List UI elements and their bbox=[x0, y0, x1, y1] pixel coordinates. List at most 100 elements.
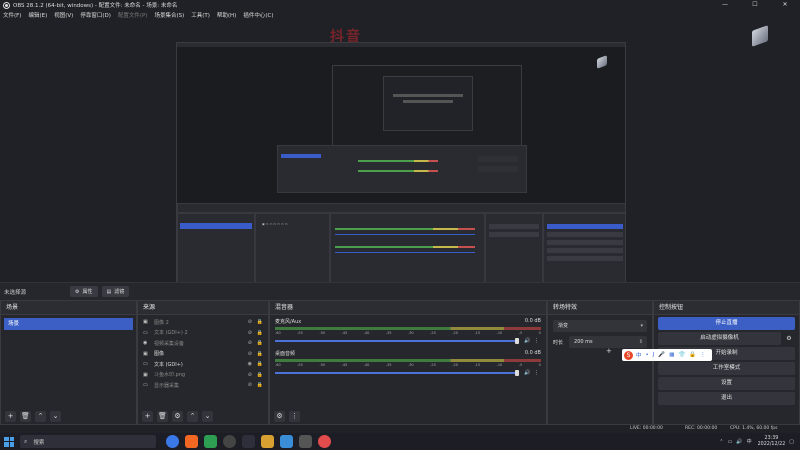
menu-file[interactable]: 文件(F) bbox=[3, 11, 21, 19]
source-item[interactable]: ▣ 斗鱼水印.png ⊘ 🔒 bbox=[138, 370, 268, 381]
nested-transitions-dock bbox=[485, 213, 543, 283]
lock-icon[interactable]: 🔒 bbox=[257, 340, 263, 346]
speaker-icon[interactable]: 🔊 bbox=[523, 370, 532, 376]
clock[interactable]: 23:39 2022/12/22 bbox=[758, 436, 786, 448]
sources-title: 来源 bbox=[138, 301, 268, 315]
source-item[interactable]: ▣ 图像 2 ⊘ 🔒 bbox=[138, 317, 268, 328]
lock-icon[interactable]: 🔒 bbox=[257, 382, 263, 388]
source-item[interactable]: ◉ 视频采集设备 ⊘ 🔒 bbox=[138, 338, 268, 349]
ime-punct-icon[interactable]: • bbox=[646, 352, 649, 358]
lock-icon[interactable]: 🔒 bbox=[257, 361, 263, 367]
maximize-button[interactable]: ☐ bbox=[740, 0, 770, 10]
sources-list: ▣ 图像 2 ⊘ 🔒 ▭ 文本 (GDI+) 2 ⊘ 🔒 ◉ 视频采集设备 ⊘ … bbox=[138, 315, 268, 391]
eye-off-icon[interactable]: ⊘ bbox=[248, 340, 252, 346]
properties-button[interactable]: ⚙ 属性 bbox=[70, 286, 98, 297]
add-source-button[interactable]: + bbox=[142, 410, 153, 422]
move-up-button[interactable]: ⌃ bbox=[35, 410, 46, 422]
menu-edit[interactable]: 编辑(E) bbox=[28, 11, 47, 19]
menu-scene-collection[interactable]: 场景集合(S) bbox=[154, 11, 184, 19]
app-plane-icon[interactable] bbox=[242, 435, 255, 448]
microphone-icon[interactable]: 🎤 bbox=[658, 352, 665, 358]
nested-control bbox=[478, 156, 518, 162]
ime-emoji-icon[interactable]: J bbox=[653, 352, 655, 358]
volume-slider[interactable] bbox=[275, 369, 519, 376]
minimize-button[interactable]: — bbox=[710, 0, 740, 10]
mixer-settings-button[interactable]: ⚙ bbox=[274, 410, 285, 422]
more-options-icon[interactable]: ⋮ bbox=[532, 338, 541, 344]
source-item[interactable]: ▭ 显示器采集 ⊘ 🔒 bbox=[138, 380, 268, 391]
scene-item[interactable]: 场景 bbox=[4, 318, 133, 330]
lock-icon[interactable]: 🔒 bbox=[257, 330, 263, 336]
menu-help[interactable]: 帮助(H) bbox=[217, 11, 236, 19]
sogou-logo-icon[interactable]: S bbox=[624, 350, 633, 360]
source-item[interactable]: ▣ 图像 ⊘ 🔒 bbox=[138, 349, 268, 360]
eye-off-icon[interactable]: ⊘ bbox=[248, 330, 252, 336]
eye-icon[interactable]: ◉ bbox=[248, 361, 252, 367]
network-icon[interactable]: ▭ bbox=[728, 439, 733, 445]
taskbar-search[interactable]: ⌕ 搜索 bbox=[20, 435, 156, 448]
speaker-icon[interactable]: 🔊 bbox=[523, 338, 532, 344]
skin-icon[interactable]: 👕 bbox=[678, 352, 685, 358]
stop-stream-button[interactable]: 停止直播 bbox=[658, 317, 795, 330]
transition-select[interactable]: 渐变 bbox=[553, 320, 647, 332]
app-blue-icon[interactable] bbox=[280, 435, 293, 448]
remove-source-button[interactable]: 🗑 bbox=[157, 410, 168, 422]
eye-off-icon[interactable]: ⊘ bbox=[248, 372, 252, 378]
source-item[interactable]: ▭ 文本 (GDI+) ◉ 🔒 bbox=[138, 359, 268, 370]
toolbox-icon[interactable]: 🔒 bbox=[689, 352, 696, 358]
move-down-button[interactable]: ⌄ bbox=[50, 410, 61, 422]
volume-slider[interactable] bbox=[275, 337, 519, 344]
chrome-icon[interactable] bbox=[204, 435, 217, 448]
menu-plugins[interactable]: 插件中心(C) bbox=[243, 11, 273, 19]
obs-taskbar-icon[interactable] bbox=[223, 435, 236, 448]
ime-lang-icon[interactable]: 中 bbox=[636, 351, 642, 359]
move-down-button[interactable]: ⌄ bbox=[202, 410, 213, 422]
chevron-up-icon[interactable]: ⌃ bbox=[719, 439, 723, 445]
exit-button[interactable]: 退出 bbox=[658, 392, 795, 405]
settings-button[interactable]: 设置 bbox=[658, 377, 795, 390]
ime-toolbar[interactable]: S 中 • J 🎤 ▦ 👕 🔒 ⋮ bbox=[622, 349, 712, 361]
windows-start-icon[interactable] bbox=[4, 436, 14, 447]
nested-bar bbox=[393, 94, 463, 97]
slider-handle[interactable] bbox=[515, 369, 519, 376]
menu-tools[interactable]: 工具(T) bbox=[191, 11, 210, 19]
gear-icon[interactable]: ⚙ bbox=[783, 332, 795, 345]
remove-scene-button[interactable]: 🗑 bbox=[20, 410, 31, 422]
ime-lang-indicator[interactable]: 中 bbox=[747, 438, 752, 445]
filters-button[interactable]: ▤ 滤镜 bbox=[101, 286, 130, 297]
app-g-icon[interactable] bbox=[185, 435, 198, 448]
lock-icon[interactable]: 🔒 bbox=[257, 372, 263, 378]
image-icon: ▣ bbox=[143, 371, 148, 378]
slider-handle[interactable] bbox=[515, 337, 519, 344]
source-settings-button[interactable]: ⚙ bbox=[172, 410, 183, 422]
ime-more-icon[interactable]: ⋮ bbox=[700, 352, 706, 358]
app-dark-icon[interactable] bbox=[299, 435, 312, 448]
menu-view[interactable]: 视图(V) bbox=[54, 11, 73, 19]
menu-profile[interactable]: 配置文件(P) bbox=[118, 11, 148, 19]
keyboard-icon[interactable]: ▦ bbox=[669, 352, 674, 358]
more-options-icon[interactable]: ⋮ bbox=[532, 370, 541, 376]
eye-off-icon[interactable]: ⊘ bbox=[248, 382, 252, 388]
eye-off-icon[interactable]: ⊘ bbox=[248, 319, 252, 325]
lock-icon[interactable]: 🔒 bbox=[257, 319, 263, 325]
add-transition-button[interactable]: + bbox=[606, 347, 612, 355]
app-red-icon[interactable] bbox=[318, 435, 331, 448]
volume-icon[interactable]: 🔊 bbox=[736, 439, 742, 445]
move-up-button[interactable]: ⌃ bbox=[187, 410, 198, 422]
folder-icon[interactable] bbox=[261, 435, 274, 448]
preview-area[interactable]: 抖音 ayaoe ▣ ▭ ▭ ▭ ▭ ▭ ▭ bbox=[0, 20, 800, 295]
close-button[interactable]: ✕ bbox=[770, 0, 800, 10]
add-scene-button[interactable]: + bbox=[5, 410, 16, 422]
preview-canvas[interactable]: ▣ ▭ ▭ ▭ ▭ ▭ ▭ bbox=[176, 42, 626, 295]
nested-docks-small bbox=[277, 145, 527, 193]
menu-docks[interactable]: 停靠窗口(D) bbox=[80, 11, 111, 19]
source-item[interactable]: ▭ 文本 (GDI+) 2 ⊘ 🔒 bbox=[138, 328, 268, 339]
eye-off-icon[interactable]: ⊘ bbox=[248, 351, 252, 357]
source-label: 显示器采集 bbox=[154, 382, 180, 389]
virtual-camera-button[interactable]: 启动虚拟摄像机 bbox=[658, 332, 781, 345]
app-k-icon[interactable] bbox=[166, 435, 179, 448]
notification-icon[interactable]: ▢ bbox=[789, 439, 794, 445]
mixer-menu-button[interactable]: ⋮ bbox=[289, 410, 300, 422]
studio-mode-button[interactable]: 工作室模式 bbox=[658, 362, 795, 375]
lock-icon[interactable]: 🔒 bbox=[257, 351, 263, 357]
